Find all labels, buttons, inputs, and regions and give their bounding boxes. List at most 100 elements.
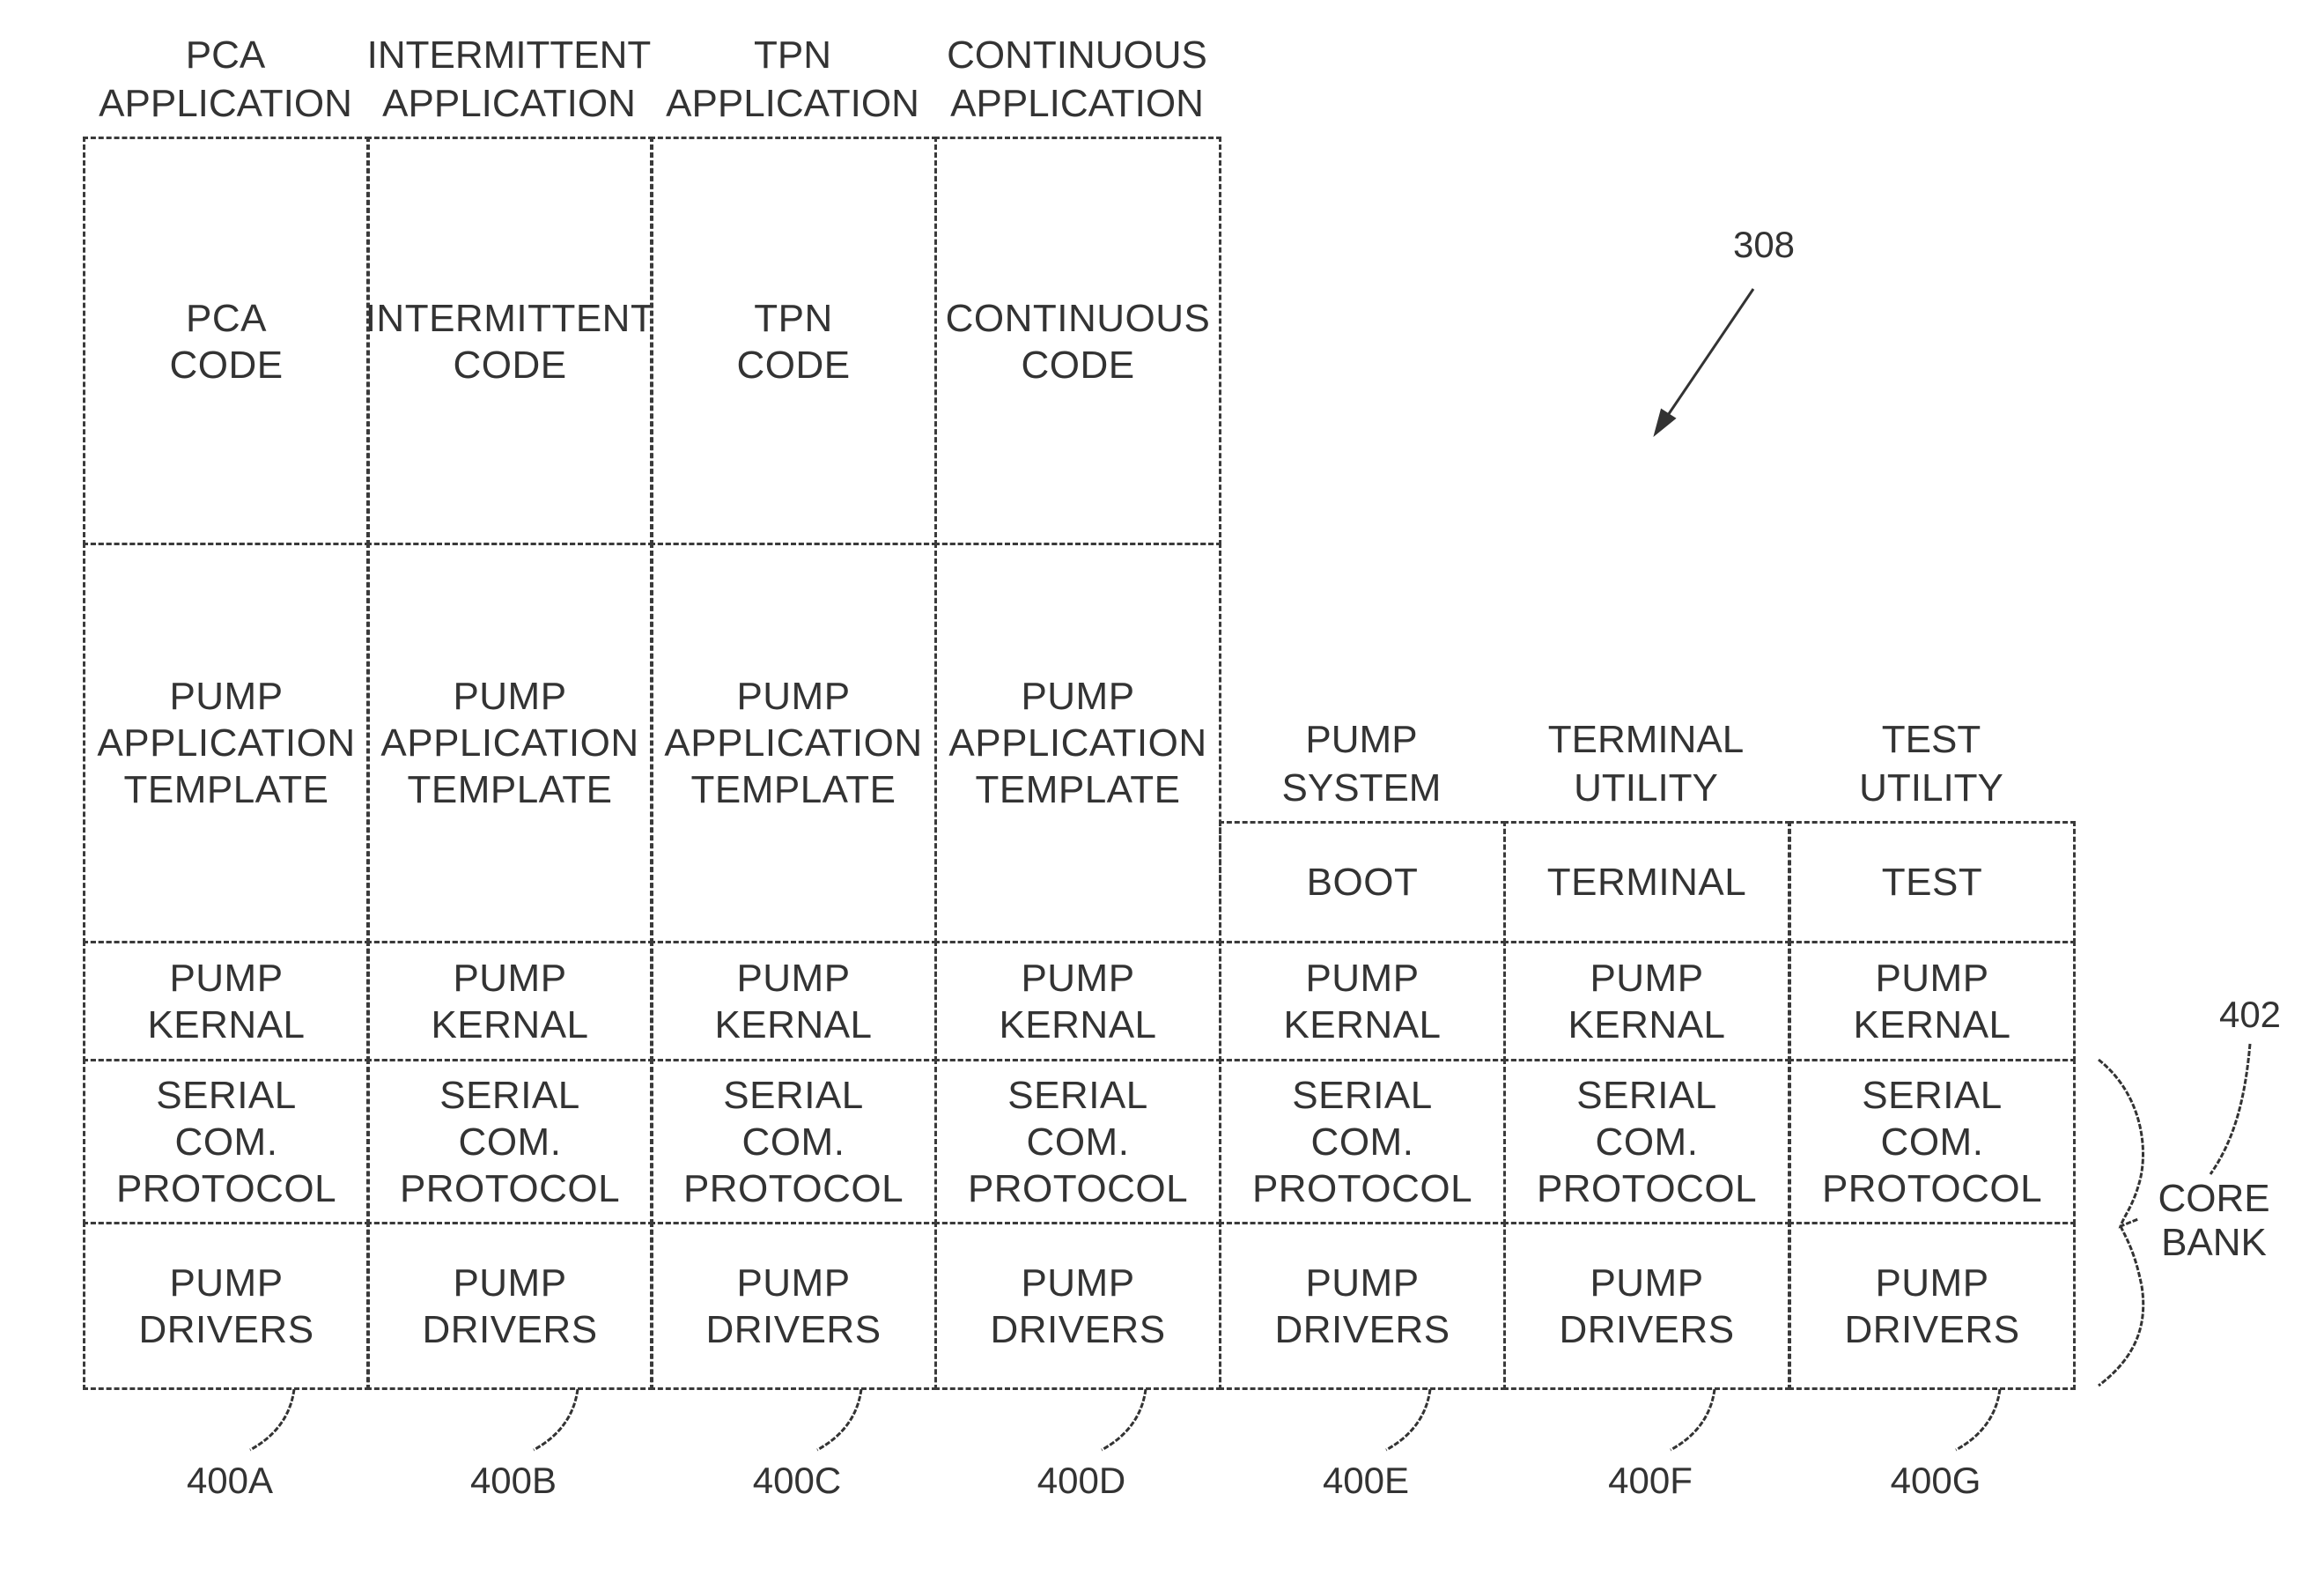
cell-text-line: SERIAL <box>1292 1073 1433 1117</box>
cell-text-line: COM. <box>1595 1120 1699 1164</box>
cell-text-line: INTERMITTENT <box>365 297 655 340</box>
cell-text-line: PUMP <box>1305 1261 1420 1305</box>
cell-text-line: PCA <box>186 297 267 340</box>
column-header-line: INTERMITTENT <box>366 33 652 77</box>
column-header: PCA APPLICATION <box>99 31 352 128</box>
column-header: INTERMITTENT APPLICATION <box>367 31 652 128</box>
column-header-line: APPLICATION <box>382 82 636 125</box>
cell-text-line: PROTOCOL <box>1821 1166 2043 1210</box>
cell-text-line: APPLICATION <box>380 721 639 765</box>
layer-cell-drivers: PUMP DRIVERS <box>1789 1222 2076 1390</box>
column-header-line: APPLICATION <box>950 82 1204 125</box>
cell-text-line: SERIAL <box>439 1073 580 1117</box>
layer-cell-kernel: PUMP KERNAL <box>366 941 653 1061</box>
cell-text-line: TEMPLATE <box>690 768 896 811</box>
cell-text-line: KERNAL <box>147 1002 306 1046</box>
cell-text-line: KERNAL <box>1283 1002 1442 1046</box>
column-header-line: CONTINUOUS <box>947 33 1207 77</box>
cell-text-line: DRIVERS <box>1559 1307 1735 1351</box>
cell-text-line: PROTOCOL <box>967 1166 1189 1210</box>
cell-text-line: KERNAL <box>1568 1002 1726 1046</box>
layer-cell-kernel: PUMP KERNAL <box>650 941 937 1061</box>
cell-text-line: COM. <box>1880 1120 1984 1164</box>
layer-cell-code: CONTINUOUS CODE <box>934 137 1221 545</box>
cell-text-line: PUMP <box>1875 956 1989 1000</box>
column-header-line: TERMINAL <box>1547 718 1745 761</box>
layer-cell-drivers: PUMP DRIVERS <box>934 1222 1221 1390</box>
core-bank-label-line: BANK <box>2161 1221 2267 1264</box>
cell-text-line: DRIVERS <box>138 1307 314 1351</box>
cell-text-line: CODE <box>169 344 284 387</box>
column-reference-label: 400D <box>1037 1460 1126 1501</box>
cell-text-line: PUMP <box>169 1261 284 1305</box>
cell-text-line: PUMP <box>1021 956 1135 1000</box>
layer-cell-kernel: PUMP KERNAL <box>934 941 1221 1061</box>
cell-text-line: PROTOCOL <box>1251 1166 1473 1210</box>
column-header: TERMINAL UTILITY <box>1548 715 1744 812</box>
layer-cell-serial: SERIAL COM. PROTOCOL <box>83 1059 370 1224</box>
layer-cell-drivers: PUMP DRIVERS <box>1219 1222 1506 1390</box>
column-reference-label: 400F <box>1608 1460 1693 1501</box>
layer-cell-code: PCA CODE <box>83 137 370 545</box>
layer-cell-kernel: PUMP KERNAL <box>83 941 370 1061</box>
column-header-line: APPLICATION <box>99 82 352 125</box>
layer-cell-serial: SERIAL COM. PROTOCOL <box>1503 1059 1790 1224</box>
layer-cell-kernel: PUMP KERNAL <box>1219 941 1506 1061</box>
column-header-line: TPN <box>753 33 831 77</box>
layer-cell-serial: SERIAL COM. PROTOCOL <box>934 1059 1221 1224</box>
column-header-line: PUMP <box>1305 718 1418 761</box>
cell-text-line: TEMPLATE <box>975 768 1181 811</box>
column-header: TEST UTILITY <box>1859 715 2003 812</box>
cell-text-line: DRIVERS <box>1274 1307 1450 1351</box>
cell-text-line: PUMP <box>736 675 851 718</box>
layer-cell-utility: TERMINAL <box>1503 821 1790 943</box>
column-header: CONTINUOUS APPLICATION <box>947 31 1207 128</box>
layer-cell-utility: TEST <box>1789 821 2076 943</box>
cell-text-line: PUMP <box>169 956 284 1000</box>
layer-cell-serial: SERIAL COM. PROTOCOL <box>1789 1059 2076 1224</box>
column-reference-label: 400A <box>186 1460 274 1501</box>
cell-text-line: KERNAL <box>431 1002 589 1046</box>
cell-text-line: PUMP <box>736 1261 851 1305</box>
cell-text-line: SERIAL <box>723 1073 864 1117</box>
cell-text-line: PROTOCOL <box>1536 1166 1758 1210</box>
cell-text-line: PROTOCOL <box>399 1166 621 1210</box>
cell-text-line: PUMP <box>453 675 567 718</box>
layer-cell-kernel: PUMP KERNAL <box>1789 941 2076 1061</box>
cell-text-line: DRIVERS <box>705 1307 882 1351</box>
cell-text-line: TEST <box>1881 861 1983 904</box>
software-architecture-diagram: PCA APPLICATION PCA CODE PUMP APPLICATION TEMP… <box>0 0 2324 1575</box>
cell-text-line: DRIVERS <box>1844 1307 2020 1351</box>
cell-text-line: PUMP <box>1021 675 1135 718</box>
column-header: PUMP SYSTEM <box>1282 715 1442 812</box>
layer-cell-code: TPN CODE <box>650 137 937 545</box>
cell-text-line: CODE <box>1021 344 1135 387</box>
cell-text-line: PUMP <box>1590 956 1704 1000</box>
cell-text-line: KERNAL <box>999 1002 1157 1046</box>
layer-cell-drivers: PUMP DRIVERS <box>1503 1222 1790 1390</box>
column-header-line: UTILITY <box>1574 766 1718 810</box>
column-header: TPN APPLICATION <box>666 31 919 128</box>
cell-text-line: APPLICATION <box>948 721 1207 765</box>
layer-cell-drivers: PUMP DRIVERS <box>83 1222 370 1390</box>
cell-text-line: COM. <box>741 1120 845 1164</box>
cell-text-line: SERIAL <box>156 1073 297 1117</box>
cell-text-line: COM. <box>1310 1120 1414 1164</box>
layer-cell-template: PUMP APPLICATION TEMPLATE <box>934 543 1221 943</box>
column-header-line: UTILITY <box>1859 766 2003 810</box>
layer-cell-serial: SERIAL COM. PROTOCOL <box>650 1059 937 1224</box>
cell-text-line: PUMP <box>1590 1261 1704 1305</box>
cell-text-line: SERIAL <box>1862 1073 2003 1117</box>
layer-cell-serial: SERIAL COM. PROTOCOL <box>366 1059 653 1224</box>
layer-cell-kernel: PUMP KERNAL <box>1503 941 1790 1061</box>
cell-text-line: DRIVERS <box>422 1307 598 1351</box>
layer-cell-code: INTERMITTENT CODE <box>365 137 655 545</box>
column-reference-label: 400C <box>752 1460 842 1501</box>
layer-cell-template: PUMP APPLICATION TEMPLATE <box>650 543 937 943</box>
layer-cell-utility: BOOT <box>1219 821 1506 943</box>
cell-text-line: KERNAL <box>714 1002 873 1046</box>
cell-text-line: TEMPLATE <box>123 768 329 811</box>
cell-text-line: CODE <box>736 344 851 387</box>
cell-text-line: APPLICATION <box>664 721 923 765</box>
cell-text-line: BOOT <box>1306 861 1419 904</box>
